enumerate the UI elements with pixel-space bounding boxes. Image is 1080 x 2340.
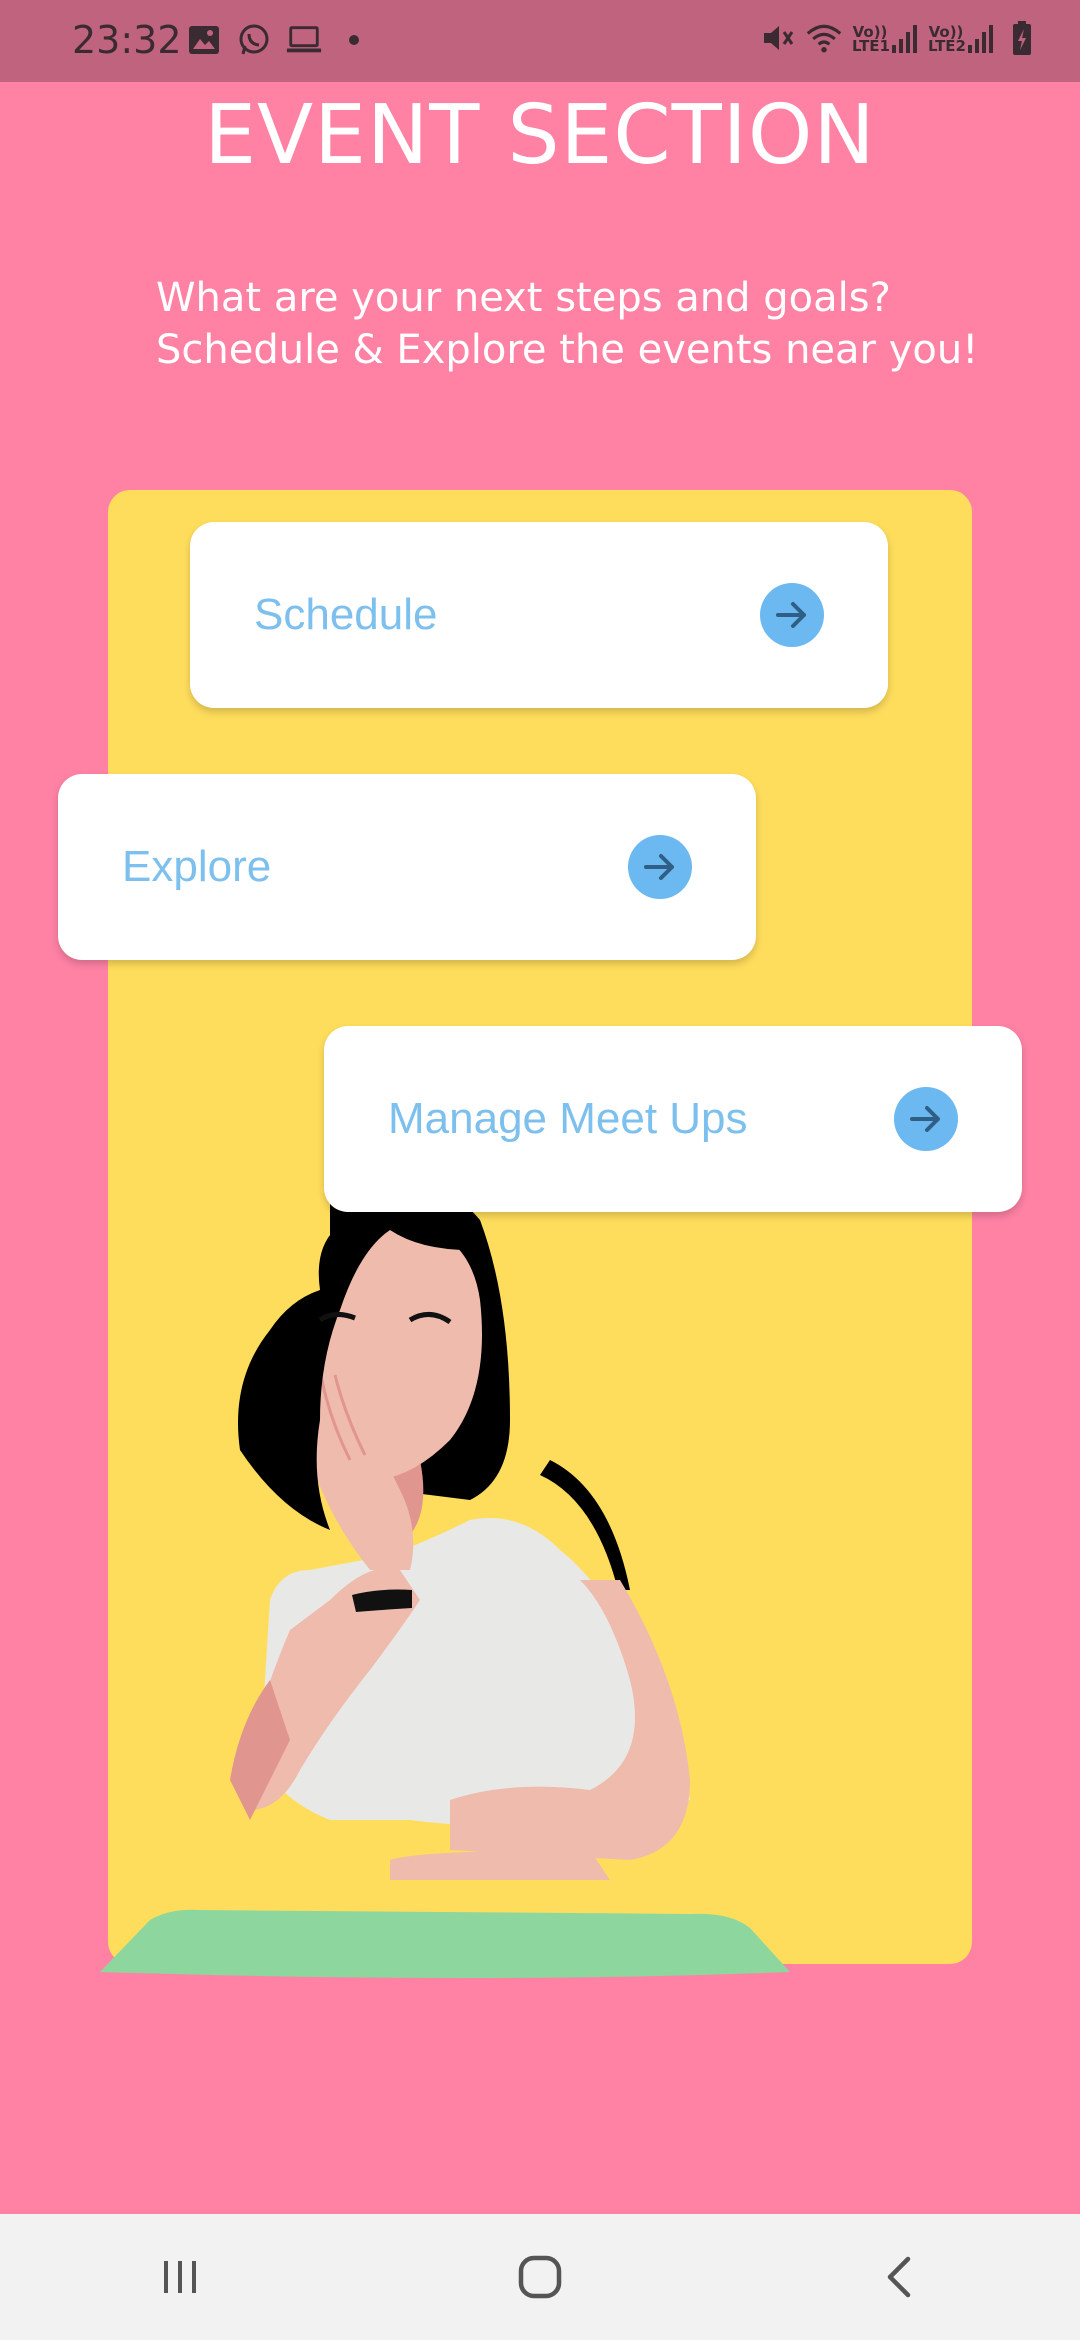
whatsapp-icon [236, 22, 272, 58]
system-icons: Vo)) LTE1 Vo)) LTE2 [760, 20, 1040, 56]
laptop-icon [286, 22, 322, 58]
battery-charging-icon [1004, 20, 1040, 56]
dot-icon [336, 22, 372, 58]
wifi-icon [806, 20, 842, 56]
subtitle-line-2: Schedule & Explore the events near you! [156, 327, 979, 373]
recent-apps-icon[interactable] [120, 2237, 240, 2317]
explore-label: Explore [122, 842, 272, 891]
signal-lte2-icon: Vo)) LTE2 [928, 23, 994, 54]
home-icon[interactable] [480, 2237, 600, 2317]
schedule-card[interactable]: Schedule [190, 522, 888, 708]
page-title: EVENT SECTION [204, 88, 876, 183]
mute-icon [760, 20, 796, 56]
woman-illustration [100, 1179, 790, 1978]
arrow-right-icon[interactable] [628, 835, 692, 899]
arrow-right-icon[interactable] [760, 583, 824, 647]
schedule-label: Schedule [254, 590, 438, 639]
explore-card[interactable]: Explore [58, 774, 756, 960]
arrow-right-icon[interactable] [894, 1087, 958, 1151]
navigation-bar [0, 2214, 1080, 2340]
subtitle-line-1: What are your next steps and goals? [156, 275, 891, 321]
manage-meetups-card[interactable]: Manage Meet Ups [324, 1026, 1022, 1212]
manage-meetups-label: Manage Meet Ups [388, 1094, 748, 1143]
image-icon [186, 22, 222, 58]
notification-icons [186, 22, 372, 58]
signal-lte1-icon: Vo)) LTE1 [852, 23, 918, 54]
back-icon[interactable] [840, 2237, 960, 2317]
status-time: 23:32 [72, 18, 182, 62]
status-bar: 23:32 Vo)) LTE1 Vo)) LTE2 [0, 0, 1080, 82]
page-subtitle: What are your next steps and goals? Sche… [156, 272, 1016, 376]
